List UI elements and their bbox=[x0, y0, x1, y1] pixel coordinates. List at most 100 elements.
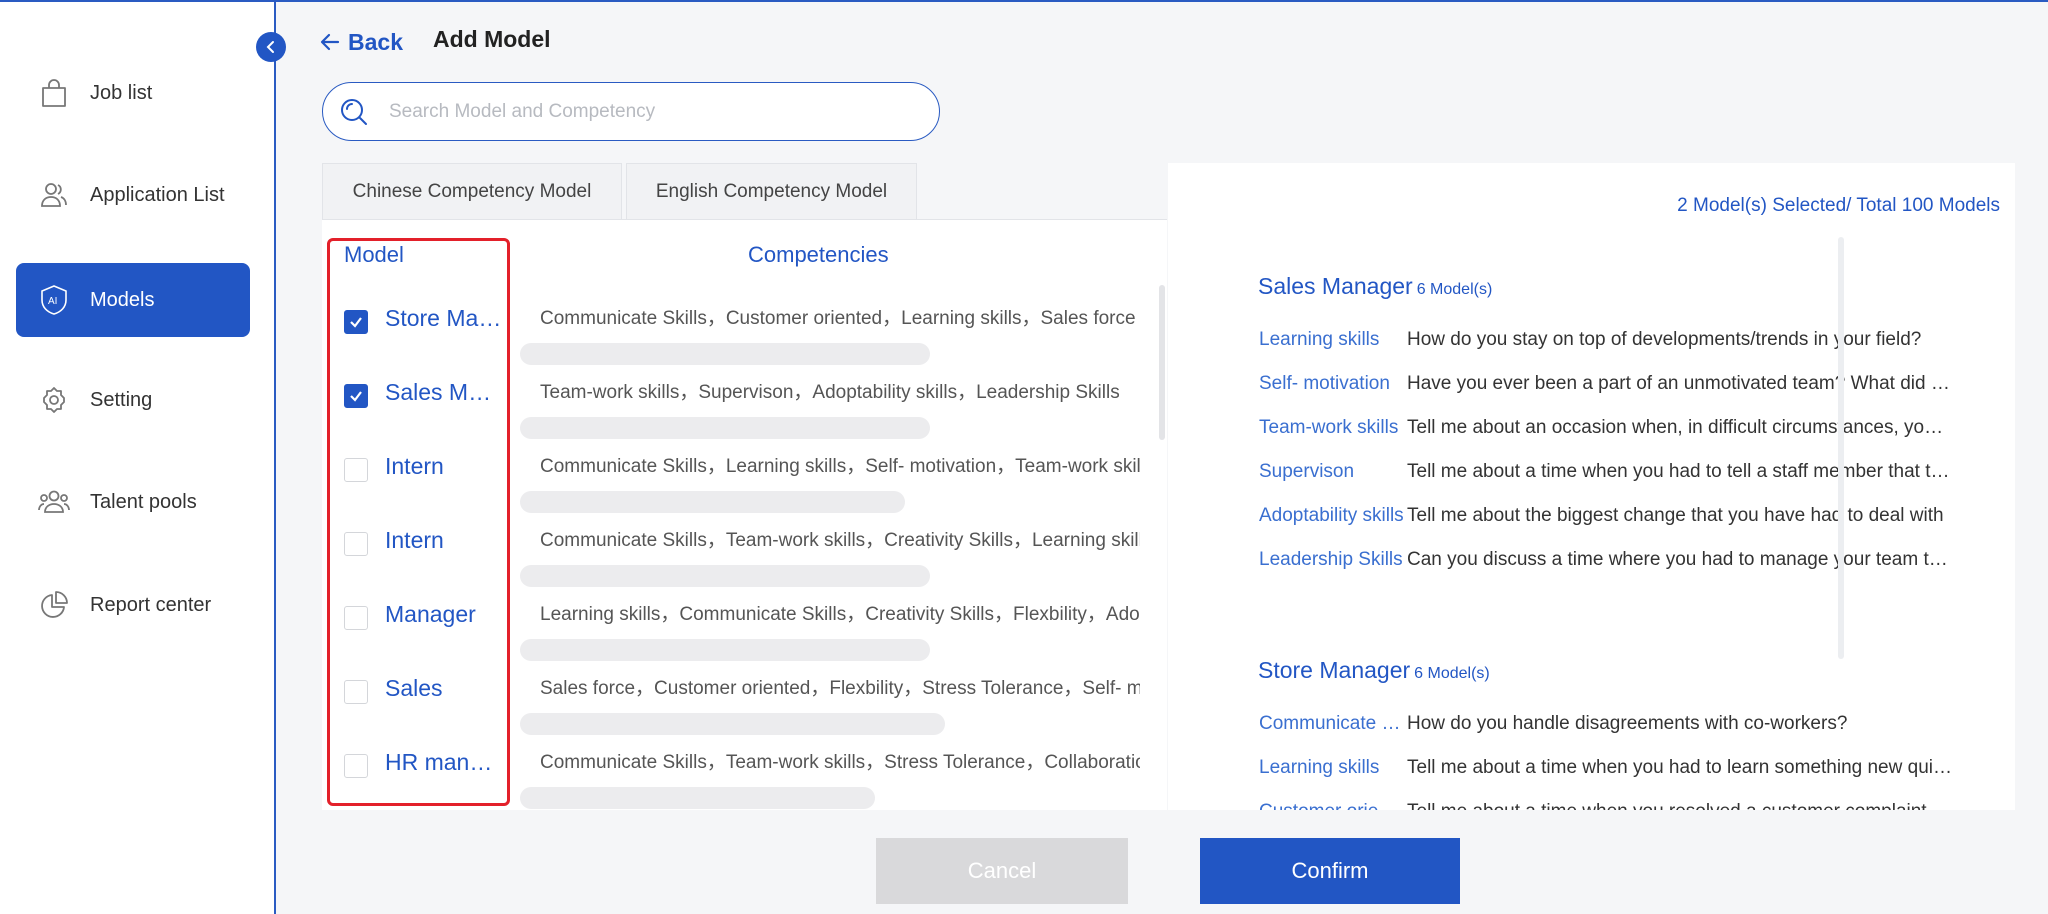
group-name: Sales Manager bbox=[1258, 273, 1413, 299]
question-text: Tell me about a time when you had to lea… bbox=[1407, 757, 1952, 778]
selected-models-panel: 2 Model(s) Selected/ Total 100 Models Sa… bbox=[1168, 163, 2015, 810]
tab-english-competency-model[interactable]: English Competency Model bbox=[626, 163, 917, 219]
group-count: 6 Model(s) bbox=[1416, 281, 1493, 298]
model-list-scrollbar[interactable] bbox=[1159, 285, 1165, 440]
selected-group-title: Store Manager 6 Model(s) bbox=[1258, 657, 1490, 684]
tab-chinese-competency-model[interactable]: Chinese Competency Model bbox=[322, 163, 622, 219]
ai-shield-icon: AI bbox=[24, 263, 84, 337]
question-competency[interactable]: Learning skills bbox=[1259, 329, 1407, 359]
question-competency[interactable]: Self- motivation bbox=[1259, 373, 1407, 403]
model-checkbox[interactable] bbox=[344, 384, 368, 408]
svg-text:AI: AI bbox=[48, 296, 57, 307]
model-checkbox[interactable] bbox=[344, 606, 368, 630]
question-competency[interactable]: Leadership Skills bbox=[1259, 549, 1407, 579]
sidebar-item-label: Setting bbox=[90, 388, 153, 411]
question-row: Learning skills How do you stay on top o… bbox=[1259, 329, 1952, 359]
question-competency[interactable]: Customer oriented bbox=[1259, 801, 1407, 810]
question-row: Self- motivation Have you ever been a pa… bbox=[1259, 373, 1952, 403]
model-checkbox[interactable] bbox=[344, 532, 368, 556]
model-checkbox[interactable] bbox=[344, 310, 368, 334]
model-list-panel: Model Competencies Store Manager Communi… bbox=[322, 219, 1167, 810]
sidebar-item-label: Report center bbox=[90, 593, 212, 616]
cancel-button[interactable]: Cancel bbox=[876, 838, 1128, 904]
model-row[interactable]: Sales Sales force，Customer oriented，Flex… bbox=[322, 658, 1167, 735]
model-competencies: Sales force，Customer oriented，Flexbility… bbox=[540, 678, 1140, 699]
question-text: Tell me about the biggest change that yo… bbox=[1407, 505, 1944, 526]
sidebar-item-label: Application List bbox=[90, 183, 225, 206]
sidebar-item-label: Talent pools bbox=[90, 490, 197, 513]
question-competency[interactable]: Adoptability skills bbox=[1259, 505, 1407, 535]
model-competencies: Communicate Skills，Team-work skills，Stre… bbox=[540, 752, 1140, 773]
sidebar-item-label: Job list bbox=[90, 81, 153, 104]
question-text: How do you stay on top of developments/t… bbox=[1407, 329, 1922, 350]
question-competency[interactable]: Supervison bbox=[1259, 461, 1407, 491]
sidebar-item-models[interactable]: AI Models bbox=[16, 263, 250, 337]
model-competencies: Communicate Skills，Team-work skills，Crea… bbox=[540, 530, 1140, 551]
question-text: Can you discuss a time where you had to … bbox=[1407, 549, 1952, 570]
question-competency[interactable]: Communicate Skills bbox=[1259, 713, 1407, 743]
confirm-button[interactable]: Confirm bbox=[1200, 838, 1460, 904]
model-row[interactable]: Store Manager Communicate Skills，Custome… bbox=[322, 288, 1167, 365]
selection-summary: 2 Model(s) Selected/ Total 100 Models bbox=[1677, 195, 2000, 216]
question-row: Adoptability skills Tell me about the bi… bbox=[1259, 505, 1952, 535]
sidebar-item-setting[interactable]: Setting bbox=[16, 363, 250, 437]
model-name[interactable]: HR manager bbox=[385, 749, 503, 776]
selected-panel-scrollbar[interactable] bbox=[1838, 237, 1844, 659]
question-row: Communicate Skills How do you handle dis… bbox=[1259, 713, 1952, 743]
model-name[interactable]: Sales bbox=[385, 675, 503, 702]
model-competencies: Learning skills，Communicate Skills，Creat… bbox=[540, 604, 1140, 625]
users-icon bbox=[24, 158, 84, 232]
chevron-left-icon bbox=[266, 41, 274, 53]
row-scrollbar[interactable] bbox=[520, 787, 875, 809]
competencies-column-header: Competencies bbox=[748, 242, 889, 267]
question-text: Tell me about a time when you had to tel… bbox=[1407, 461, 1952, 482]
question-row: Team-work skills Tell me about an occasi… bbox=[1259, 417, 1952, 447]
model-row[interactable]: Sales Manager Team-work skills，Superviso… bbox=[322, 362, 1167, 439]
back-label: Back bbox=[348, 28, 403, 55]
question-text: Tell me about an occasion when, in diffi… bbox=[1407, 417, 1952, 438]
group-name: Store Manager bbox=[1258, 657, 1411, 683]
collapse-sidebar-button[interactable] bbox=[256, 32, 286, 62]
question-row: Customer oriented Tell me about a time w… bbox=[1259, 801, 1952, 810]
bag-icon bbox=[24, 56, 84, 130]
search-icon bbox=[339, 97, 389, 127]
gear-icon bbox=[24, 363, 84, 437]
sidebar-item-job-list[interactable]: Job list bbox=[16, 56, 250, 130]
question-text: Tell me about a time when you resolved a… bbox=[1407, 801, 1952, 810]
model-competencies: Communicate Skills，Learning skills，Self-… bbox=[540, 456, 1140, 477]
check-icon bbox=[350, 391, 362, 402]
question-text: How do you handle disagreements with co-… bbox=[1407, 713, 1848, 734]
model-checkbox[interactable] bbox=[344, 458, 368, 482]
model-checkbox[interactable] bbox=[344, 754, 368, 778]
model-name[interactable]: Manager bbox=[385, 601, 503, 628]
question-competency[interactable]: Learning skills bbox=[1259, 757, 1407, 787]
model-checkbox[interactable] bbox=[344, 680, 368, 704]
model-name[interactable]: Sales Manager bbox=[385, 379, 503, 406]
search-input[interactable] bbox=[389, 100, 909, 123]
back-button[interactable]: Back bbox=[320, 24, 403, 60]
model-competencies: Team-work skills，Supervison，Adoptability… bbox=[540, 382, 1120, 403]
model-row[interactable]: Manager Learning skills，Communicate Skil… bbox=[322, 584, 1167, 661]
pie-chart-icon bbox=[24, 568, 84, 642]
group-count: 6 Model(s) bbox=[1414, 665, 1490, 682]
model-competencies: Communicate Skills，Customer oriented，Lea… bbox=[540, 308, 1136, 329]
question-competency[interactable]: Team-work skills bbox=[1259, 417, 1407, 447]
page-title: Add Model bbox=[433, 26, 551, 52]
selected-group-title: Sales Manager 6 Model(s) bbox=[1258, 273, 1492, 300]
sidebar-item-report-center[interactable]: Report center bbox=[16, 568, 250, 642]
model-name[interactable]: Intern bbox=[385, 453, 503, 480]
sidebar-item-talent-pools[interactable]: Talent pools bbox=[16, 465, 250, 539]
model-name[interactable]: Intern bbox=[385, 527, 503, 554]
search-box bbox=[322, 82, 940, 141]
question-text: Have you ever been a part of an unmotiva… bbox=[1407, 373, 1952, 394]
group-icon bbox=[24, 465, 84, 539]
model-row[interactable]: Intern Communicate Skills，Team-work skil… bbox=[322, 510, 1167, 587]
model-row[interactable]: Intern Communicate Skills，Learning skill… bbox=[322, 436, 1167, 513]
question-row: Learning skills Tell me about a time whe… bbox=[1259, 757, 1952, 787]
check-icon bbox=[350, 317, 362, 328]
model-row[interactable]: HR manager Communicate Skills，Team-work … bbox=[322, 732, 1167, 809]
sidebar-item-application-list[interactable]: Application List bbox=[16, 158, 250, 232]
sidebar-item-label: Models bbox=[90, 288, 155, 311]
model-name[interactable]: Store Manager bbox=[385, 305, 503, 332]
sidebar: Job list Application List AI Models Sett… bbox=[0, 2, 276, 914]
